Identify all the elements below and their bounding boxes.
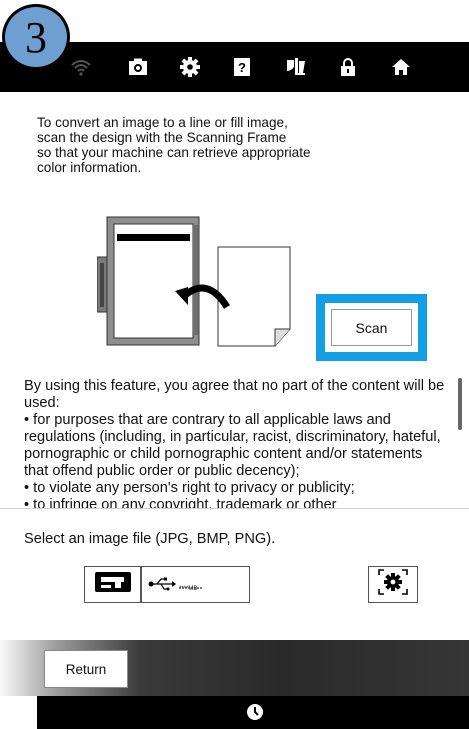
return-button[interactable]: Return: [44, 650, 128, 688]
select-file-label: Select an image file (JPG, BMP, PNG).: [24, 531, 276, 547]
scanning-frame-illustration: [96, 215, 297, 355]
wifi-icon[interactable]: [66, 52, 96, 82]
usb-icon: [148, 577, 176, 596]
terms-text-area[interactable]: By using this feature, you agree that no…: [24, 378, 449, 508]
terms-bullet: • to violate any person's right to priva…: [24, 480, 355, 496]
top-toolbar: ?: [0, 42, 469, 92]
terms-bullet: • to infringe on any copyright, trademar…: [24, 497, 337, 508]
terms-bullet: • for purposes that are contrary to all …: [24, 412, 441, 479]
lock-icon[interactable]: [333, 52, 363, 82]
sewing-foot-icon[interactable]: [281, 52, 311, 82]
usb-capacity-text: ****MB: [179, 586, 198, 592]
scan-button[interactable]: Scan: [331, 309, 412, 346]
divider: [0, 508, 469, 509]
usb-media-button[interactable]: ****MB: [141, 566, 250, 603]
machine-memory-button[interactable]: [84, 566, 141, 603]
camera-icon[interactable]: [123, 52, 153, 82]
image-settings-button[interactable]: [368, 566, 418, 603]
clock-icon[interactable]: [245, 702, 265, 722]
sewing-machine-icon: [94, 571, 131, 598]
help-icon[interactable]: ?: [227, 52, 257, 82]
step-number-badge: 3: [2, 4, 70, 70]
scan-button-highlight: Scan: [316, 294, 427, 361]
gear-frame-icon: [378, 569, 408, 600]
terms-scrollbar[interactable]: [458, 378, 462, 430]
home-icon[interactable]: [386, 52, 416, 82]
gear-icon[interactable]: [175, 52, 205, 82]
terms-paragraph: By using this feature, you agree that no…: [24, 378, 445, 411]
intro-instructions: To convert an image to a line or fill im…: [37, 115, 311, 175]
svg-text:?: ?: [238, 60, 246, 75]
